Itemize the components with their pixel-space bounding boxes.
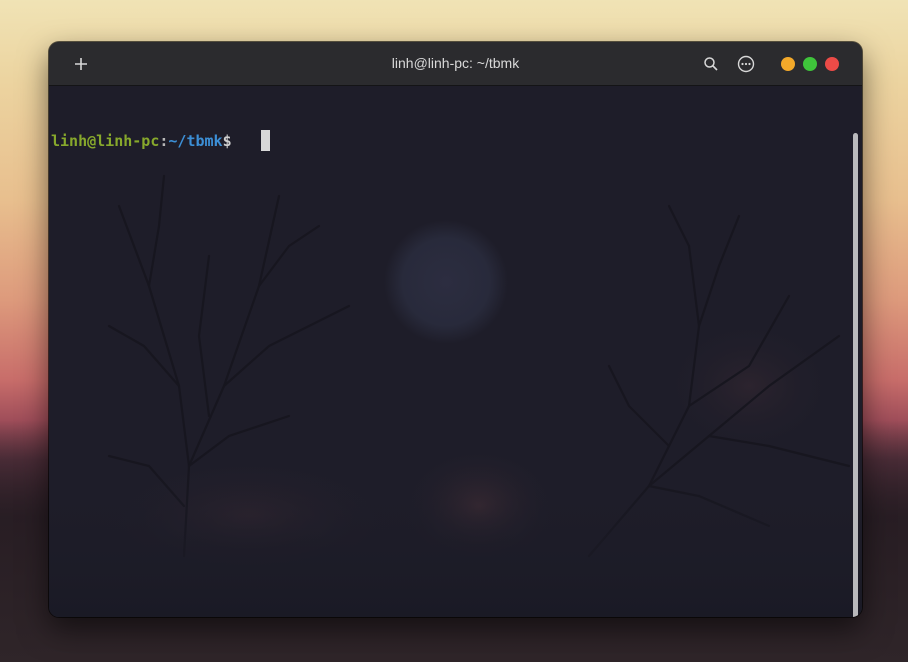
scrollbar[interactable] — [853, 133, 858, 617]
ellipsis-circle-icon — [737, 55, 755, 73]
terminal-area[interactable]: linh@linh-pc:~/tbmk$ — [49, 86, 862, 617]
search-button[interactable] — [699, 52, 723, 76]
title-bar[interactable]: linh@linh-pc: ~/tbmk — [49, 42, 862, 86]
terminal-window: linh@linh-pc: ~/tbmk linh@linh-pc:~/tbmk… — [49, 42, 862, 617]
text-cursor — [261, 130, 270, 151]
maximize-button[interactable] — [803, 57, 817, 71]
prompt-path: ~/tbmk — [168, 132, 223, 150]
minimize-button[interactable] — [781, 57, 795, 71]
terminal-background-image — [49, 174, 862, 617]
prompt-user-host: linh@linh-pc — [51, 132, 160, 150]
close-button[interactable] — [825, 57, 839, 71]
search-icon — [704, 57, 718, 71]
prompt-symbol: $ — [222, 132, 232, 150]
menu-button[interactable] — [734, 52, 758, 76]
command-prompt: linh@linh-pc:~/tbmk$ — [51, 131, 232, 151]
